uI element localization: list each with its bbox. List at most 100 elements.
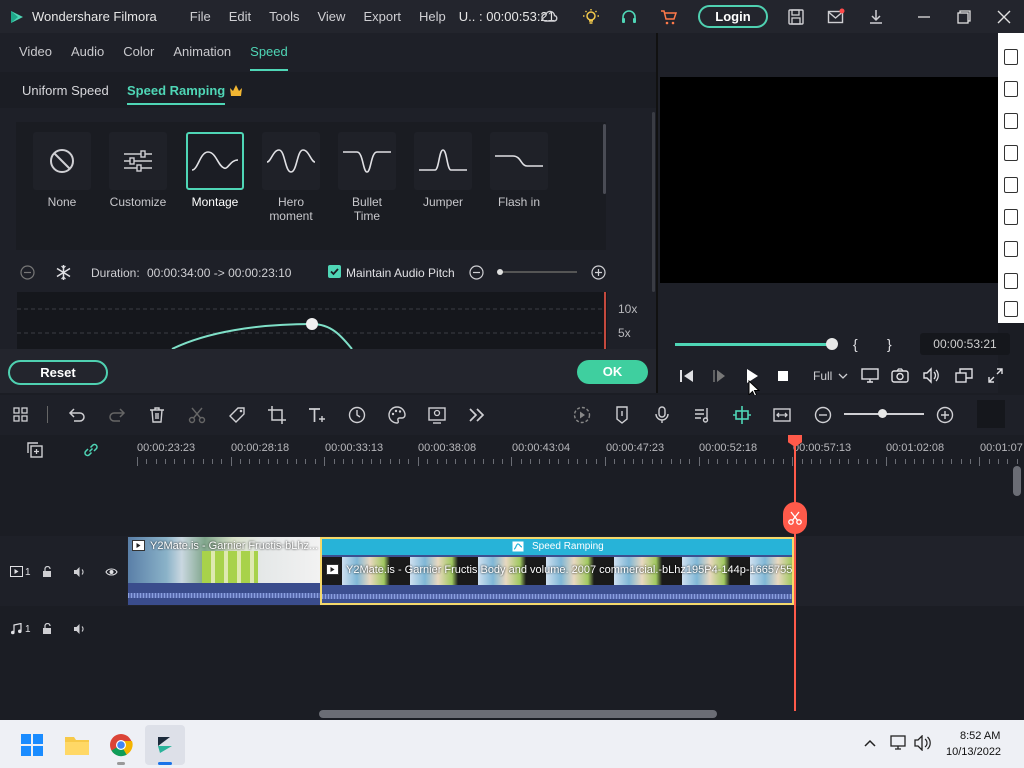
headset-icon[interactable] xyxy=(620,8,638,26)
network-icon[interactable] xyxy=(890,735,908,751)
reset-button[interactable]: Reset xyxy=(8,360,108,385)
side-checkbox[interactable] xyxy=(1004,177,1018,193)
timeline-zoom-out-icon[interactable] xyxy=(813,405,833,425)
speaker-icon[interactable] xyxy=(73,623,86,635)
green-screen-icon[interactable] xyxy=(427,405,447,425)
preset-montage[interactable]: Montage xyxy=(186,132,244,209)
maintain-pitch-checkbox[interactable] xyxy=(328,265,341,278)
mark-in-button[interactable]: { xyxy=(853,336,858,352)
quality-select[interactable]: Full xyxy=(813,369,832,383)
graph-zoom-out-icon[interactable] xyxy=(469,265,484,280)
tab-color[interactable]: Color xyxy=(123,33,154,71)
panel-scrollbar[interactable] xyxy=(652,112,655,292)
graph-zoom-slider[interactable] xyxy=(499,271,577,273)
pip-icon[interactable] xyxy=(955,367,973,384)
clock-date[interactable]: 10/13/2022 xyxy=(946,746,1001,758)
speaker-icon[interactable] xyxy=(73,566,86,578)
preset-jumper[interactable]: Jumper xyxy=(414,132,472,209)
chevron-down-icon[interactable] xyxy=(838,372,848,380)
subtab-speed-ramping[interactable]: Speed Ramping xyxy=(127,83,226,105)
windows-start-icon[interactable] xyxy=(21,734,43,756)
cloud-icon[interactable] xyxy=(541,8,559,26)
preset-bullet-time[interactable]: Bullet Time xyxy=(338,132,396,223)
clock-time[interactable]: 8:52 AM xyxy=(960,730,1000,742)
snap-icon[interactable] xyxy=(732,405,752,425)
menu-edit[interactable]: Edit xyxy=(220,9,260,24)
bulb-icon[interactable] xyxy=(582,8,600,26)
tab-speed[interactable]: Speed xyxy=(250,33,288,71)
cut-icon[interactable] xyxy=(187,405,207,425)
side-checkbox[interactable] xyxy=(1004,241,1018,257)
download-icon[interactable] xyxy=(867,8,885,26)
zoom-out-icon[interactable] xyxy=(20,265,35,280)
side-checkbox[interactable] xyxy=(1004,301,1018,317)
side-checkbox[interactable] xyxy=(1004,113,1018,129)
marker-icon[interactable] xyxy=(612,405,632,425)
panel-divider[interactable] xyxy=(656,33,658,393)
lock-icon[interactable] xyxy=(42,623,53,635)
crop-icon[interactable] xyxy=(267,405,287,425)
prev-frame-icon[interactable] xyxy=(679,369,695,383)
mark-out-button[interactable]: } xyxy=(887,336,892,352)
next-frame-icon[interactable] xyxy=(711,369,727,383)
snapshot-icon[interactable] xyxy=(891,367,909,384)
delete-icon[interactable] xyxy=(147,405,167,425)
tab-audio[interactable]: Audio xyxy=(71,33,104,71)
login-button[interactable]: Login xyxy=(698,5,768,28)
side-checkbox[interactable] xyxy=(1004,209,1018,225)
side-checkbox[interactable] xyxy=(1004,273,1018,289)
render-preview-icon[interactable] xyxy=(572,405,592,425)
undo-icon[interactable] xyxy=(67,405,87,425)
ok-button[interactable]: OK xyxy=(577,360,648,384)
preset-hero-moment[interactable]: Hero moment xyxy=(262,132,320,223)
menu-file[interactable]: File xyxy=(181,9,220,24)
taskbar-filmora-button[interactable] xyxy=(145,725,185,765)
preview-screen[interactable] xyxy=(660,77,998,283)
microphone-icon[interactable] xyxy=(652,405,672,425)
volume-tray-icon[interactable] xyxy=(914,735,932,751)
tag-icon[interactable] xyxy=(227,405,247,425)
menu-help[interactable]: Help xyxy=(410,9,455,24)
playhead[interactable] xyxy=(794,441,796,711)
split-button[interactable] xyxy=(783,502,807,534)
eye-icon[interactable] xyxy=(105,567,118,577)
timeline-horizontal-scrollbar[interactable] xyxy=(319,710,717,718)
volume-icon[interactable] xyxy=(922,367,940,384)
restore-icon[interactable] xyxy=(955,8,973,26)
timeline-zoom-knob[interactable] xyxy=(878,409,887,418)
graph-zoom-in-icon[interactable] xyxy=(591,265,606,280)
side-checkbox[interactable] xyxy=(1004,81,1018,97)
preset-customize[interactable]: Customize xyxy=(109,132,167,209)
timeline-vertical-scrollbar[interactable] xyxy=(1013,466,1021,496)
redo-icon[interactable] xyxy=(107,405,127,425)
layout-icon[interactable] xyxy=(11,405,31,425)
more-tools-icon[interactable] xyxy=(467,405,487,425)
chrome-icon[interactable] xyxy=(109,733,133,757)
display-icon[interactable] xyxy=(861,367,879,384)
tab-video[interactable]: Video xyxy=(19,33,52,71)
add-track-icon[interactable] xyxy=(26,441,44,459)
playback-progress-bar[interactable] xyxy=(675,343,833,346)
speed-curve-graph[interactable] xyxy=(17,292,607,349)
fullscreen-icon[interactable] xyxy=(987,367,1004,384)
save-icon[interactable] xyxy=(787,8,805,26)
menu-tools[interactable]: Tools xyxy=(260,9,308,24)
fit-icon[interactable] xyxy=(772,405,792,425)
preset-none[interactable]: None xyxy=(33,132,91,209)
video-clip[interactable]: Y2Mate.is - Garnier Fructis-bLhz... xyxy=(128,537,320,605)
tab-animation[interactable]: Animation xyxy=(173,33,231,71)
menu-view[interactable]: View xyxy=(308,9,354,24)
graph-zoom-knob[interactable] xyxy=(497,269,503,275)
color-palette-icon[interactable] xyxy=(387,405,407,425)
minimize-icon[interactable] xyxy=(915,8,933,26)
link-icon[interactable] xyxy=(82,441,100,459)
menu-export[interactable]: Export xyxy=(354,9,410,24)
chevron-up-icon[interactable] xyxy=(863,738,877,748)
audio-mixer-icon[interactable] xyxy=(692,405,712,425)
speed-icon[interactable] xyxy=(347,405,367,425)
close-icon[interactable] xyxy=(995,8,1013,26)
freeze-frame-icon[interactable] xyxy=(55,264,72,281)
text-icon[interactable] xyxy=(307,405,327,425)
lock-icon[interactable] xyxy=(42,566,53,578)
preset-flash-in[interactable]: Flash in xyxy=(490,132,548,209)
